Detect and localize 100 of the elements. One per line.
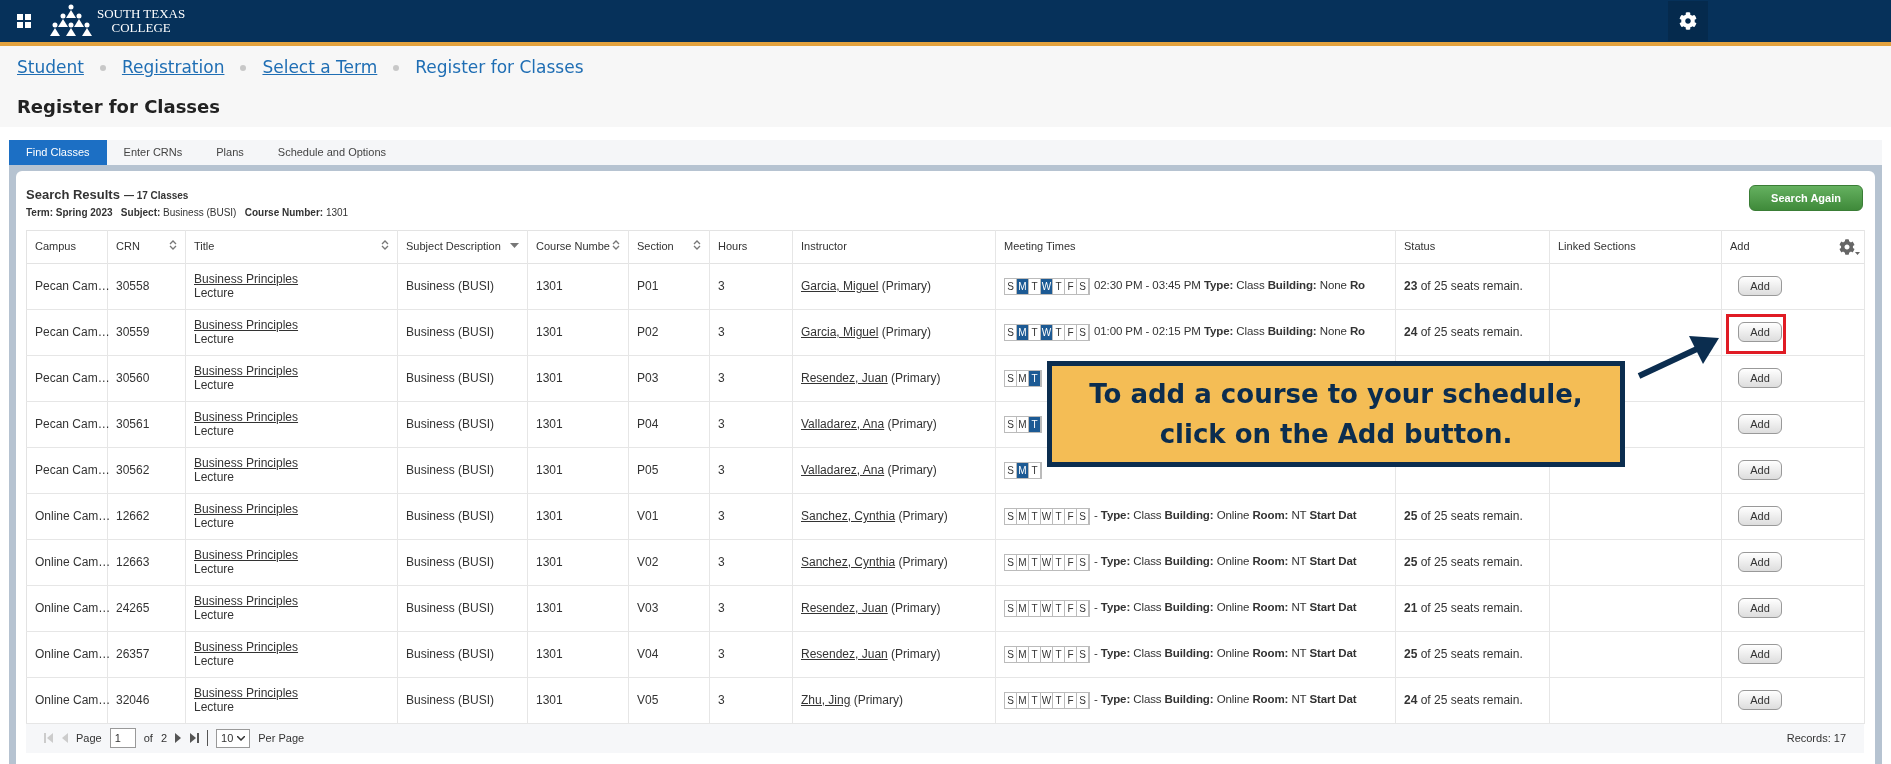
seat-status: 25 of 25 seats remain. bbox=[1404, 509, 1523, 523]
table-cell: Business (BUSI) bbox=[406, 417, 495, 431]
results-title: Search Results bbox=[26, 186, 120, 204]
settings-icon[interactable] bbox=[1679, 12, 1697, 30]
table-cell: 12662 bbox=[116, 509, 150, 523]
instructor-link[interactable]: Garcia, Miguel bbox=[801, 279, 879, 293]
day-box: T bbox=[1029, 278, 1041, 294]
course-title-link[interactable]: Business Principles bbox=[194, 272, 299, 286]
breadcrumb-link[interactable]: Register for Classes bbox=[415, 55, 584, 81]
day-box: T bbox=[1053, 278, 1065, 294]
schedule-type: Lecture bbox=[194, 470, 235, 484]
breadcrumb-link[interactable]: Registration bbox=[121, 55, 225, 81]
course-title-link[interactable]: Business Principles bbox=[194, 318, 299, 332]
seat-status: 25 of 25 seats remain. bbox=[1404, 647, 1523, 661]
page-label: Page bbox=[76, 730, 102, 746]
table-cell: Business (BUSI) bbox=[406, 555, 495, 569]
table-cell: 3 bbox=[718, 371, 725, 385]
table-cell: Pecan Cam… bbox=[35, 325, 110, 339]
day-box: S bbox=[1077, 600, 1089, 616]
instructor-link[interactable]: Valladarez, Ana bbox=[801, 417, 885, 431]
schedule-type: Lecture bbox=[194, 562, 235, 576]
day-box: S bbox=[1077, 278, 1089, 294]
table-cell: 1301 bbox=[536, 417, 563, 431]
tab[interactable]: Schedule and Options bbox=[260, 140, 404, 165]
day-box: S bbox=[1077, 646, 1089, 662]
day-box: S bbox=[1005, 278, 1017, 294]
column-settings-icon[interactable] bbox=[1839, 238, 1860, 255]
course-title-link[interactable]: Business Principles bbox=[194, 364, 299, 378]
day-box: F bbox=[1065, 692, 1077, 708]
day-box: S bbox=[1005, 324, 1017, 340]
course-title-link[interactable]: Business Principles bbox=[194, 686, 299, 700]
page-input[interactable]: 1 bbox=[109, 728, 136, 748]
instructor-link[interactable]: Valladarez, Ana bbox=[801, 463, 885, 477]
course-title-link[interactable]: Business Principles bbox=[194, 502, 299, 516]
add-button[interactable]: Add bbox=[1738, 322, 1782, 342]
table-cell: Pecan Cam… bbox=[35, 417, 110, 431]
add-button[interactable]: Add bbox=[1738, 460, 1782, 480]
college-name: COLLEGE bbox=[111, 21, 171, 35]
table-cell: 3 bbox=[718, 325, 725, 339]
breadcrumb-link[interactable]: Student bbox=[17, 55, 84, 81]
add-button[interactable]: Add bbox=[1738, 598, 1782, 618]
instructor-role: (Primary) bbox=[891, 647, 941, 661]
table-cell: 3 bbox=[718, 555, 725, 569]
instructor-link[interactable]: Garcia, Miguel bbox=[801, 325, 879, 339]
add-button[interactable]: Add bbox=[1738, 552, 1782, 572]
schedule-type: Lecture bbox=[194, 516, 235, 530]
instructor-link[interactable]: Resendez, Juan bbox=[801, 601, 888, 615]
last-page-icon[interactable] bbox=[190, 733, 199, 743]
day-box: T bbox=[1029, 600, 1041, 616]
add-button[interactable]: Add bbox=[1738, 644, 1782, 664]
table-cell: P01 bbox=[637, 279, 659, 293]
day-box: T bbox=[1029, 646, 1041, 662]
sort-icon[interactable] bbox=[381, 238, 389, 251]
day-box: S bbox=[1005, 646, 1017, 662]
day-box: M bbox=[1017, 462, 1029, 478]
table-cell: 1301 bbox=[536, 325, 563, 339]
add-button[interactable]: Add bbox=[1738, 690, 1782, 710]
table-cell: 3 bbox=[718, 647, 725, 661]
course-title-link[interactable]: Business Principles bbox=[194, 410, 299, 424]
column-header: CRN bbox=[116, 240, 140, 253]
course-title-link[interactable]: Business Principles bbox=[194, 594, 299, 608]
course-title-link[interactable]: Business Principles bbox=[194, 456, 299, 470]
table-cell: 3 bbox=[718, 279, 725, 293]
schedule-type: Lecture bbox=[194, 286, 235, 300]
day-box: T bbox=[1053, 646, 1065, 662]
instructor-link[interactable]: Zhu, Jing bbox=[801, 693, 851, 707]
instructor-link[interactable]: Sanchez, Cynthia bbox=[801, 555, 896, 569]
grid-menu-icon[interactable] bbox=[17, 14, 31, 28]
course-title-link[interactable]: Business Principles bbox=[194, 640, 299, 654]
sort-icon[interactable] bbox=[510, 242, 519, 249]
day-box: S bbox=[1005, 508, 1017, 524]
add-button[interactable]: Add bbox=[1738, 506, 1782, 526]
tab[interactable]: Enter CRNs bbox=[106, 140, 200, 165]
per-page-select[interactable]: 10 bbox=[216, 728, 251, 748]
column-header: Add bbox=[1730, 240, 1750, 253]
instructor-link[interactable]: Sanchez, Cynthia bbox=[801, 509, 896, 523]
day-box: S bbox=[1077, 554, 1089, 570]
meeting-details: 01:00 PM - 02:15 PM Type: Class Building: None Ro bbox=[1094, 324, 1365, 340]
table-cell: 3 bbox=[718, 417, 725, 431]
add-button[interactable]: Add bbox=[1738, 414, 1782, 434]
day-box: M bbox=[1017, 508, 1029, 524]
course-title-link[interactable]: Business Principles bbox=[194, 548, 299, 562]
sort-icon[interactable] bbox=[169, 238, 177, 251]
day-box: W bbox=[1041, 692, 1053, 708]
sort-icon[interactable] bbox=[693, 238, 701, 251]
instructor-link[interactable]: Resendez, Juan bbox=[801, 647, 888, 661]
next-page-icon[interactable] bbox=[175, 733, 182, 743]
seat-status: 21 of 25 seats remain. bbox=[1404, 601, 1523, 615]
tab[interactable]: Plans bbox=[199, 140, 261, 165]
instructor-link[interactable]: Resendez, Juan bbox=[801, 371, 888, 385]
tab[interactable]: Find Classes bbox=[9, 140, 107, 165]
breadcrumb-link[interactable]: Select a Term bbox=[262, 55, 378, 81]
add-button[interactable]: Add bbox=[1738, 368, 1782, 388]
day-box: T bbox=[1053, 508, 1065, 524]
instructor-role: (Primary) bbox=[881, 325, 932, 339]
sort-icon[interactable] bbox=[612, 238, 620, 251]
table-cell: 30558 bbox=[116, 279, 150, 293]
add-button[interactable]: Add bbox=[1738, 276, 1782, 296]
table-cell: V04 bbox=[637, 647, 659, 661]
caret-icon bbox=[237, 735, 246, 741]
